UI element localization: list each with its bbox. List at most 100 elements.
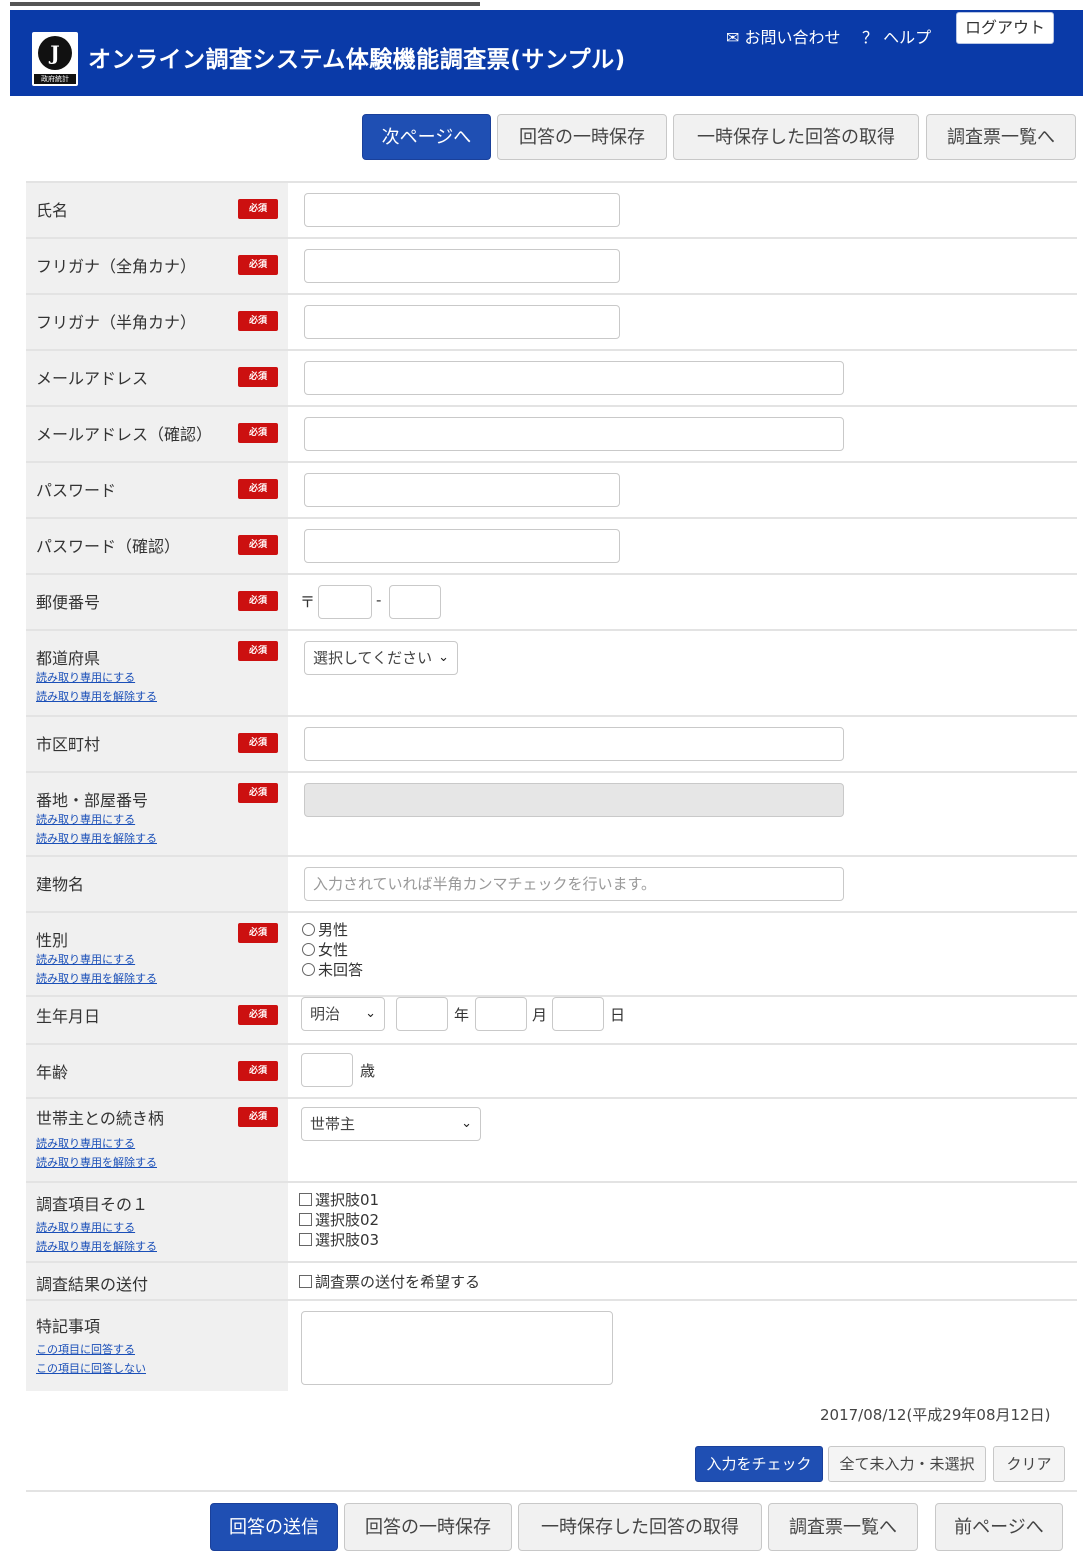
- unset-readonly-link[interactable]: 読み取り専用を解除する: [36, 1154, 157, 1170]
- field-label: メールアドレス（確認）: [36, 425, 213, 444]
- app-title: オンライン調査システム体験機能調査票(サンプル): [88, 47, 626, 73]
- survey-list-button-bottom[interactable]: 調査票一覧へ: [768, 1503, 918, 1551]
- field-label: 建物名: [36, 875, 85, 894]
- kana-full-input[interactable]: [304, 249, 620, 283]
- label-cell: 氏名 必須: [26, 183, 288, 237]
- notes-textarea[interactable]: [301, 1311, 613, 1385]
- label-cell: フリガナ（全角カナ） 必須: [26, 239, 288, 293]
- survey-list-button[interactable]: 調査票一覧へ: [926, 114, 1076, 160]
- field-label: 市区町村: [36, 735, 101, 754]
- check-input-button[interactable]: 入力をチェック: [695, 1446, 823, 1482]
- gender-option-no-answer[interactable]: 未回答: [302, 959, 363, 980]
- row-age: 年齢 必須 歳: [26, 1043, 1077, 1097]
- required-badge: 必須: [238, 733, 278, 753]
- unset-readonly-link[interactable]: 読み取り専用を解除する: [36, 970, 157, 986]
- help-link[interactable]: ？ ヘルプ: [862, 24, 931, 48]
- label-cell: 都道府県 必須 読み取り専用にする 読み取り専用を解除する: [26, 631, 288, 715]
- password-input[interactable]: [304, 473, 620, 507]
- email-confirm-input[interactable]: [304, 417, 844, 451]
- field-label: 郵便番号: [36, 593, 101, 612]
- birth-day-input[interactable]: [552, 997, 604, 1031]
- email-input[interactable]: [304, 361, 844, 395]
- kana-half-input[interactable]: [304, 305, 620, 339]
- day-unit: 日: [610, 1006, 626, 1024]
- label-cell: メールアドレス 必須: [26, 351, 288, 405]
- load-temp-button-bottom[interactable]: 一時保存した回答の取得: [518, 1503, 762, 1551]
- date-display: 2017/08/12(平成29年08月12日): [820, 1406, 1051, 1424]
- chevron-down-icon: ⌄: [461, 1116, 472, 1131]
- result-send-checkbox[interactable]: 調査票の送付を希望する: [299, 1271, 480, 1292]
- era-select[interactable]: 明治 ⌄: [301, 997, 385, 1031]
- clear-button[interactable]: クリア: [993, 1446, 1065, 1482]
- answer-item-link[interactable]: この項目に回答する: [36, 1341, 135, 1357]
- no-answer-item-link[interactable]: この項目に回答しない: [36, 1360, 146, 1376]
- item1-option-01[interactable]: 選択肢01: [299, 1189, 379, 1210]
- option-label: 調査票の送付を希望する: [315, 1273, 481, 1291]
- birth-month-input[interactable]: [475, 997, 527, 1031]
- field-label: 調査項目その１: [36, 1195, 149, 1214]
- contact-link[interactable]: ✉ お問い合わせ: [726, 24, 841, 48]
- required-badge: 必須: [238, 311, 278, 331]
- label-cell: 郵便番号 必須: [26, 575, 288, 629]
- required-badge: 必須: [238, 923, 278, 943]
- radio-icon: [302, 963, 315, 976]
- row-building: 建物名 入力されていれば半角カンマチェックを行います。: [26, 855, 1077, 911]
- required-badge: 必須: [238, 255, 278, 275]
- set-readonly-link[interactable]: 読み取り専用にする: [36, 1219, 135, 1235]
- name-input[interactable]: [304, 193, 620, 227]
- top-strip: [0, 0, 1083, 8]
- required-badge: 必須: [238, 1005, 278, 1025]
- relation-select[interactable]: 世帯主 ⌄: [301, 1107, 481, 1141]
- gender-option-female[interactable]: 女性: [302, 939, 348, 960]
- row-email-confirm: メールアドレス（確認） 必須: [26, 405, 1077, 461]
- row-notes: 特記事項 この項目に回答する この項目に回答しない: [26, 1299, 1077, 1391]
- save-temp-button[interactable]: 回答の一時保存: [497, 114, 667, 160]
- header-bar: J 政府統計 オンライン調査システム体験機能調査票(サンプル) ✉ お問い合わせ…: [10, 10, 1083, 96]
- label-cell: 世帯主との続き柄 必須 読み取り専用にする 読み取り専用を解除する: [26, 1099, 288, 1181]
- set-readonly-link[interactable]: 読み取り専用にする: [36, 951, 135, 967]
- unset-readonly-link[interactable]: 読み取り専用を解除する: [36, 1238, 157, 1254]
- field-label: 生年月日: [36, 1007, 101, 1026]
- field-label: 番地・部屋番号: [36, 791, 149, 810]
- unset-readonly-link[interactable]: 読み取り専用を解除する: [36, 830, 157, 846]
- unset-readonly-link[interactable]: 読み取り専用を解除する: [36, 688, 157, 704]
- label-cell: 生年月日 必須: [26, 997, 288, 1043]
- set-readonly-link[interactable]: 読み取り専用にする: [36, 669, 135, 685]
- field-label: フリガナ（半角カナ）: [36, 313, 197, 332]
- field-label: 性別: [36, 931, 69, 950]
- required-badge: 必須: [238, 479, 278, 499]
- row-postal: 郵便番号 必須 〒 -: [26, 573, 1077, 629]
- city-input[interactable]: [304, 727, 844, 761]
- item1-option-02[interactable]: 選択肢02: [299, 1209, 379, 1230]
- option-label: 選択肢03: [315, 1231, 380, 1249]
- age-unit: 歳: [360, 1062, 376, 1080]
- field-label: パスワード: [36, 481, 117, 500]
- prefecture-select[interactable]: 選択してください ⌄: [304, 641, 458, 675]
- option-label: 男性: [318, 921, 349, 939]
- option-label: 選択肢02: [315, 1211, 380, 1229]
- save-temp-button-bottom[interactable]: 回答の一時保存: [344, 1503, 512, 1551]
- next-page-button[interactable]: 次ページへ: [362, 114, 491, 160]
- logout-button[interactable]: ログアウト: [956, 12, 1054, 44]
- set-readonly-link[interactable]: 読み取り専用にする: [36, 1135, 135, 1151]
- submit-answer-button[interactable]: 回答の送信: [210, 1503, 338, 1551]
- postal-code-second-input[interactable]: [389, 585, 441, 619]
- set-readonly-link[interactable]: 読み取り専用にする: [36, 811, 135, 827]
- checkbox-icon: [299, 1275, 312, 1288]
- field-label: メールアドレス: [36, 369, 149, 388]
- option-label: 未回答: [318, 961, 364, 979]
- field-label: 特記事項: [36, 1317, 101, 1336]
- previous-page-button[interactable]: 前ページへ: [935, 1503, 1063, 1551]
- all-unentered-button[interactable]: 全て未入力・未選択: [828, 1446, 986, 1482]
- gender-option-male[interactable]: 男性: [302, 919, 348, 940]
- item1-option-03[interactable]: 選択肢03: [299, 1229, 379, 1250]
- building-input[interactable]: 入力されていれば半角カンマチェックを行います。: [304, 867, 844, 901]
- age-input[interactable]: [301, 1053, 353, 1087]
- password-confirm-input[interactable]: [304, 529, 620, 563]
- postal-code-first-input[interactable]: [318, 585, 372, 619]
- birth-year-input[interactable]: [396, 997, 448, 1031]
- year-unit: 年: [454, 1006, 470, 1024]
- label-cell: 年齢 必須: [26, 1045, 288, 1097]
- load-temp-button[interactable]: 一時保存した回答の取得: [673, 114, 919, 160]
- label-cell: 性別 必須 読み取り専用にする 読み取り専用を解除する: [26, 913, 288, 995]
